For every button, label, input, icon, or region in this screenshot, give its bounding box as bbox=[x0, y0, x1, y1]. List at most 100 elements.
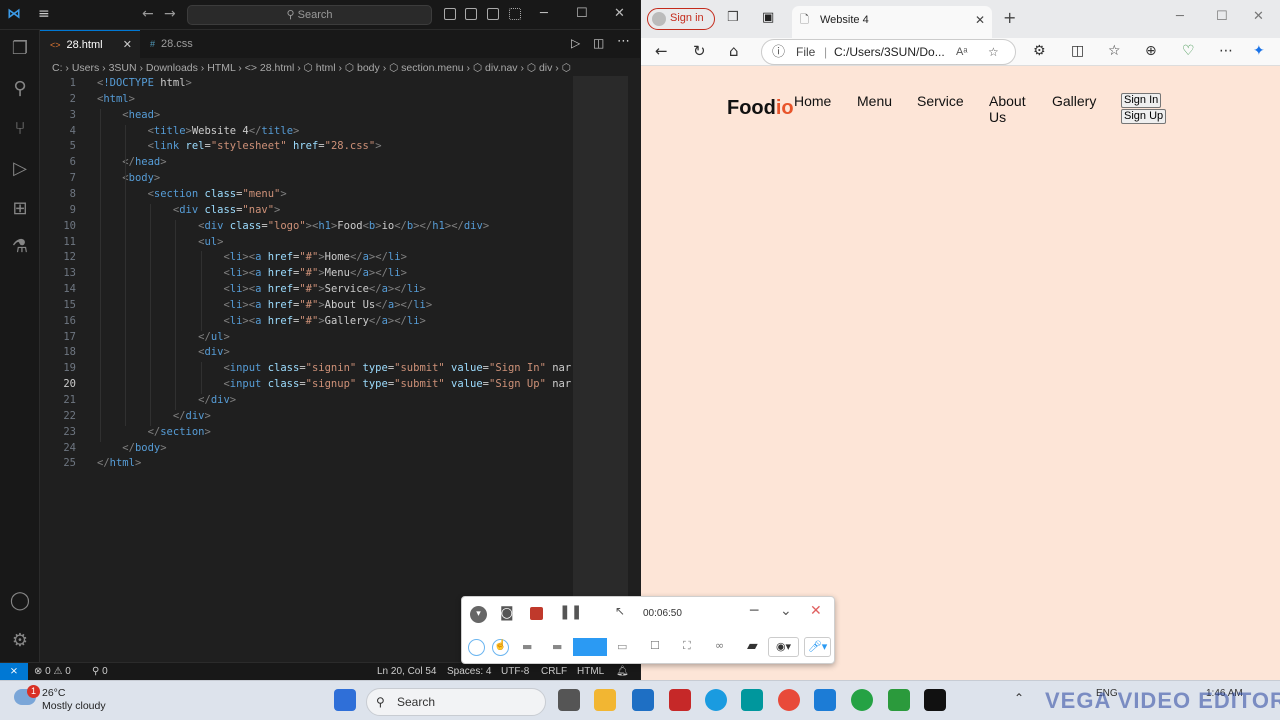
favorite-star-icon[interactable]: ☆ bbox=[988, 40, 999, 64]
remote-indicator-icon[interactable]: ⨯ bbox=[0, 663, 28, 681]
code-line[interactable]: <body> bbox=[97, 172, 160, 184]
code-editor[interactable]: 1 <!DOCTYPE html> 2 <html> 3 <head> 4 <title>… bbox=[40, 76, 573, 662]
tab-actions-icon[interactable]: ▣ bbox=[762, 10, 774, 25]
code-line[interactable]: <li><a href="#">About Us</a></li> bbox=[97, 299, 432, 311]
code-line[interactable]: <head> bbox=[97, 109, 160, 121]
vscode-app-icon[interactable] bbox=[814, 689, 836, 711]
code-line[interactable]: <title>Website 4</title> bbox=[97, 125, 300, 137]
camera-icon[interactable]: ◙ bbox=[500, 605, 514, 621]
minimize-icon[interactable]: ─ bbox=[750, 603, 758, 619]
split-screen-icon[interactable]: ◫ bbox=[1071, 43, 1084, 59]
language-mode[interactable]: HTML bbox=[577, 663, 604, 680]
code-line[interactable]: <link rel="stylesheet" href="28.css"> bbox=[97, 140, 382, 152]
video-editor-app-icon[interactable] bbox=[924, 689, 946, 711]
menu-icon[interactable]: ≡ bbox=[38, 6, 50, 22]
stop-icon[interactable] bbox=[530, 607, 543, 620]
more-actions-icon[interactable]: ⋯ bbox=[617, 34, 630, 49]
minimize-icon[interactable]: ─ bbox=[540, 6, 548, 21]
testing-icon[interactable]: ⚗ bbox=[8, 236, 32, 260]
start-windows-icon[interactable] bbox=[334, 689, 356, 711]
code-line[interactable]: </div> bbox=[97, 394, 236, 406]
run-icon[interactable]: ▷ bbox=[571, 36, 580, 50]
home-icon[interactable]: ⌂ bbox=[729, 42, 739, 60]
arduino-icon[interactable] bbox=[741, 689, 763, 711]
collapse-icon[interactable]: ▾ bbox=[470, 606, 487, 623]
ports-count[interactable]: ⚲ 0 bbox=[92, 663, 108, 680]
edge-browser-icon[interactable] bbox=[705, 689, 727, 711]
line-ending[interactable]: CRLF bbox=[541, 663, 567, 680]
pause-icon[interactable]: ❚❚ bbox=[559, 604, 582, 620]
code-line[interactable]: </section> bbox=[97, 426, 211, 438]
back-arrow-icon[interactable]: ← bbox=[142, 6, 154, 22]
code-line[interactable]: <li><a href="#">Menu</a></li> bbox=[97, 267, 406, 279]
profile-sign-in-button[interactable]: Sign in bbox=[647, 8, 715, 30]
indentation[interactable]: Spaces: 4 bbox=[447, 663, 491, 680]
toggle-panel-icon[interactable] bbox=[465, 8, 477, 20]
browser-tab-website-4[interactable]: 🗋︎ Website 4 ✕ bbox=[792, 6, 992, 38]
maximize-icon[interactable]: ☐ bbox=[1216, 9, 1228, 24]
hand-pointer-icon[interactable]: ☝ bbox=[492, 639, 509, 656]
workspaces-icon[interactable]: ❒ bbox=[727, 10, 739, 25]
toggle-secondary-sidebar-icon[interactable] bbox=[487, 8, 499, 20]
code-line[interactable]: <input class="signin" type="submit" valu… bbox=[97, 362, 571, 374]
code-line[interactable]: <input class="signup" type="submit" valu… bbox=[97, 378, 571, 390]
read-aloud-icon[interactable]: Aᵃ bbox=[956, 40, 967, 64]
explorer-icon[interactable]: ❐ bbox=[8, 38, 32, 62]
nav-service[interactable]: Service bbox=[917, 93, 964, 109]
close-icon[interactable]: ✕ bbox=[1253, 9, 1264, 24]
nav-about-us[interactable]: About Us bbox=[989, 93, 1033, 125]
account-icon[interactable]: ◯ bbox=[8, 590, 32, 614]
new-tab-icon[interactable]: + bbox=[1003, 8, 1016, 27]
source-control-icon[interactable]: ⑂ bbox=[8, 118, 32, 142]
breadcrumb[interactable]: C: › Users › 3SUN › Downloads › HTML › <… bbox=[40, 60, 640, 76]
browser-essentials-icon[interactable]: ♡ bbox=[1182, 43, 1195, 59]
code-line[interactable]: <li><a href="#">Home</a></li> bbox=[97, 251, 406, 263]
pen-icon[interactable]: ▬ bbox=[522, 640, 532, 653]
extensions-icon[interactable]: ⚙ bbox=[1033, 43, 1046, 59]
task-view-icon[interactable] bbox=[558, 689, 580, 711]
taskbar-search[interactable]: ⚲ Search bbox=[366, 688, 546, 716]
settings-more-icon[interactable]: ⋯ bbox=[1219, 43, 1233, 59]
collections-icon[interactable]: ⊕ bbox=[1145, 43, 1157, 59]
command-search-input[interactable]: ⚲ Search bbox=[187, 5, 432, 25]
problems-count[interactable]: ⊗ 0 ⚠ 0 bbox=[34, 663, 71, 680]
code-line[interactable]: </div> bbox=[97, 410, 211, 422]
minimap[interactable] bbox=[573, 76, 640, 662]
file-explorer-icon[interactable] bbox=[594, 689, 616, 711]
site-info-icon[interactable]: ⓘ bbox=[772, 40, 785, 64]
search-icon[interactable]: ⚲ bbox=[8, 78, 32, 102]
encoding[interactable]: UTF-8 bbox=[501, 663, 529, 680]
settings-gear-icon[interactable]: ⚙ bbox=[8, 630, 32, 654]
nav-menu[interactable]: Menu bbox=[857, 93, 892, 109]
xbox-icon[interactable] bbox=[888, 689, 910, 711]
tab-close-icon[interactable]: ✕ bbox=[975, 6, 985, 34]
refresh-icon[interactable]: ↻ bbox=[693, 42, 706, 60]
code-line[interactable]: <div> bbox=[97, 346, 230, 358]
code-line[interactable]: </head> bbox=[97, 156, 166, 168]
address-bar[interactable]: ⓘ File | C:/Users/3SUN/Do... Aᵃ ☆ bbox=[761, 39, 1016, 65]
mcafee-icon[interactable] bbox=[669, 689, 691, 711]
code-line[interactable]: </html> bbox=[97, 457, 141, 469]
favorites-icon[interactable]: ☆ bbox=[1108, 43, 1121, 59]
screen-recorder-app-icon[interactable] bbox=[778, 689, 800, 711]
tab-28-html[interactable]: <> 28.html ✕ bbox=[40, 30, 140, 58]
code-line[interactable]: <html> bbox=[97, 93, 135, 105]
eraser-icon[interactable]: ▬ bbox=[552, 640, 562, 653]
code-line[interactable]: <li><a href="#">Gallery</a></li> bbox=[97, 315, 425, 327]
highlight-icon[interactable] bbox=[468, 639, 485, 656]
code-line[interactable]: </ul> bbox=[97, 331, 230, 343]
fullscreen-icon[interactable]: ⛶ bbox=[683, 639, 691, 653]
store-icon[interactable] bbox=[632, 689, 654, 711]
close-icon[interactable]: ✕ bbox=[614, 6, 625, 21]
code-line[interactable]: <!DOCTYPE html> bbox=[97, 77, 192, 89]
monitor-icon[interactable]: ▭ bbox=[617, 640, 627, 653]
forward-arrow-icon[interactable]: → bbox=[164, 6, 176, 22]
microphone-dropdown[interactable]: 🎤︎▾ bbox=[804, 637, 831, 657]
customize-layout-icon[interactable] bbox=[509, 8, 521, 20]
whatsapp-icon[interactable] bbox=[851, 689, 873, 711]
back-arrow-icon[interactable]: ← bbox=[655, 42, 668, 60]
tab-close-icon[interactable]: ✕ bbox=[123, 31, 132, 59]
code-line[interactable]: <li><a href="#">Service</a></li> bbox=[97, 283, 425, 295]
sign-in-button[interactable]: Sign In bbox=[1121, 93, 1162, 108]
minimap-viewport[interactable] bbox=[574, 76, 628, 596]
